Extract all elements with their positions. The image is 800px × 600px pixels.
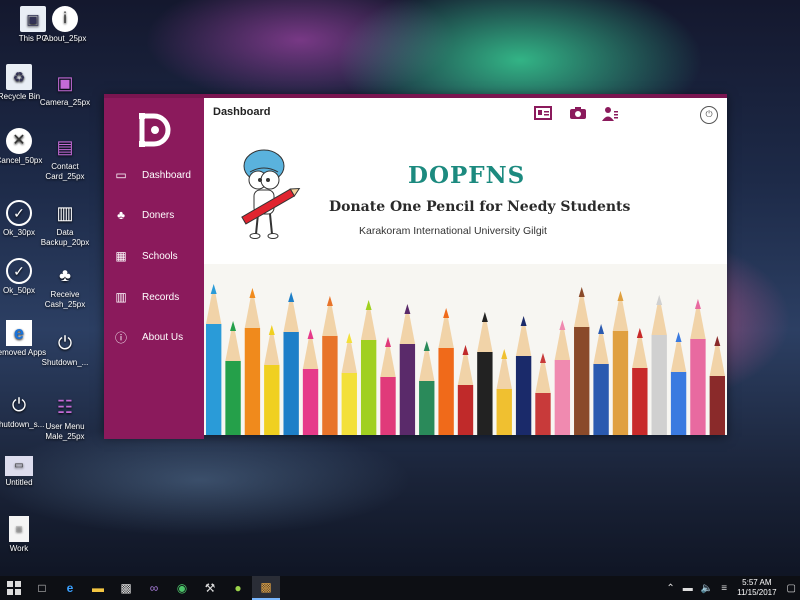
desktop-icon-user-menu[interactable]: ☷ User Menu Male_25px: [34, 394, 96, 442]
database-icon: ▥: [56, 203, 74, 223]
store-icon: ▩: [120, 581, 132, 595]
chameleon-icon: ●: [234, 581, 242, 595]
taskbar-file-explorer[interactable]: ▬: [84, 576, 112, 600]
logo-icon: [139, 113, 171, 147]
windows-icon: [7, 581, 21, 595]
info-icon: ⓘ: [114, 330, 127, 345]
contact-card-icon: ▤: [56, 137, 74, 157]
monitor-icon: ▭: [115, 168, 127, 182]
nav-item-doners[interactable]: ♣ Doners: [104, 200, 204, 230]
task-view-button[interactable]: □: [28, 576, 56, 600]
ie-icon: e: [6, 320, 32, 346]
recycle-bin-icon: ♻: [6, 64, 32, 90]
page-title: Dashboard: [213, 106, 271, 118]
desktop-icon-receive-cash[interactable]: ♣ Receive Cash_25px: [34, 262, 96, 310]
hand-money-icon: ♣: [117, 208, 125, 222]
power-icon: ⏻: [57, 333, 73, 353]
desktop-icon-work[interactable]: ≡ Work: [0, 516, 50, 554]
user-menu-icon[interactable]: [601, 106, 619, 122]
desktop-icon-label: Work: [9, 544, 29, 553]
window-icon: ▭: [5, 456, 33, 476]
taskbar-visual-studio[interactable]: ∞: [140, 576, 168, 600]
desktop-icon-label: Contact Card_25px: [45, 162, 85, 181]
taskbar: □ e ▬ ▩ ∞ ◉ ⚒ ● ▩ ⌃ ▬ 🔈 ≡ 5:57 AM 11/15/…: [0, 576, 800, 600]
app-window-icon: ▩: [260, 580, 272, 594]
desktop-icon-label: Shutdown_...: [41, 358, 89, 367]
university-name: Karakoram International University Gilgi…: [359, 225, 547, 237]
camera-icon: ▣: [56, 73, 74, 93]
mascot-illustration: [241, 149, 301, 239]
desktop-icon-untitled[interactable]: ▭ Untitled: [0, 456, 50, 488]
desktop-icon-label: Data Backup_20px: [40, 228, 90, 247]
desktop-icon-label: Ok_30px: [2, 228, 36, 237]
taskbar-edge[interactable]: e: [56, 576, 84, 600]
desktop-icon-label: Untitled: [5, 478, 33, 487]
app-logo: [134, 110, 174, 150]
nav-item-label: Records: [142, 291, 180, 303]
system-tray: ⌃ ▬ 🔈 ≡ 5:57 AM 11/15/2017 ▢: [662, 576, 800, 600]
sidebar: ▭ Dashboard ♣ Doners ▦ Schools ▥ Records…: [104, 94, 204, 439]
brand-subtitle: Donate One Pencil for Needy Students: [329, 199, 631, 215]
camera-icon[interactable]: [569, 106, 587, 122]
language-indicator[interactable]: ≡: [721, 583, 727, 594]
visual-studio-icon: ∞: [149, 581, 159, 595]
database-icon: ▥: [115, 290, 127, 304]
app-icon: ◉: [176, 581, 188, 595]
hand-money-icon: ♣: [59, 265, 71, 285]
nav-item-dashboard[interactable]: ▭ Dashboard: [104, 160, 204, 190]
brand-title: DOPFNS: [408, 162, 526, 189]
clock[interactable]: 5:57 AM 11/15/2017: [737, 578, 776, 598]
network-icon[interactable]: ▬: [683, 583, 693, 594]
taskbar-tools[interactable]: ⚒: [196, 576, 224, 600]
contact-card-icon[interactable]: [534, 106, 552, 122]
desktop-icon-label: Receive Cash_25px: [44, 290, 86, 309]
start-button[interactable]: [0, 576, 28, 600]
desktop-icon-data-backup[interactable]: ▥ Data Backup_20px: [34, 200, 96, 248]
nav-item-schools[interactable]: ▦ Schools: [104, 241, 204, 271]
checkmark-icon: ✓: [6, 200, 32, 226]
chevron-up-icon[interactable]: ⌃: [666, 583, 674, 594]
nav-item-label: Dashboard: [142, 169, 191, 181]
info-icon: i: [52, 6, 78, 32]
taskbar-dopfns-app[interactable]: ▩: [252, 576, 280, 600]
desktop-icon-shutdown-1[interactable]: ⏻ Shutdown_...: [34, 330, 96, 368]
nav-item-label: Doners: [142, 209, 175, 221]
power-icon: ⏻: [11, 395, 27, 415]
notifications-icon[interactable]: ▢: [787, 583, 796, 594]
nav-item-label: Schools: [142, 250, 178, 262]
taskbar-app-green[interactable]: ◉: [168, 576, 196, 600]
cancel-icon: ✕: [6, 128, 32, 154]
tools-icon: ⚒: [204, 581, 216, 595]
volume-icon[interactable]: 🔈: [701, 583, 713, 594]
taskbar-app-chameleon[interactable]: ●: [224, 576, 252, 600]
nav-item-about-us[interactable]: ⓘ About Us: [104, 322, 204, 352]
folder-icon: ▬: [92, 581, 104, 595]
taskbar-store[interactable]: ▩: [112, 576, 140, 600]
nav-item-records[interactable]: ▥ Records: [104, 282, 204, 312]
nav-item-label: About Us: [142, 331, 184, 343]
desktop-icon-label: User Menu Male_25px: [45, 422, 85, 441]
desktop-icon-label: Camera_25px: [39, 98, 91, 107]
school-icon: ▦: [115, 249, 127, 263]
pencils-banner-image: [204, 264, 727, 435]
clock-date: 11/15/2017: [737, 588, 777, 597]
desktop-icon-contact-card[interactable]: ▤ Contact Card_25px: [34, 134, 96, 182]
desktop-icon-about[interactable]: i About_25px: [34, 6, 96, 44]
app-window: ▭ Dashboard ♣ Doners ▦ Schools ▥ Records…: [104, 94, 727, 439]
desktop-icon-label: About_25px: [43, 34, 87, 43]
top-accent-bar: [204, 94, 727, 98]
task-view-icon: □: [38, 581, 46, 595]
clock-time: 5:57 AM: [742, 578, 772, 587]
user-menu-icon: ☷: [56, 397, 74, 417]
desktop-icon-camera[interactable]: ▣ Camera_25px: [34, 70, 96, 108]
checkmark-icon: ✓: [6, 258, 32, 284]
desktop-icon-label: Ok_50px: [2, 286, 36, 295]
edge-icon: e: [66, 581, 74, 595]
document-icon: ≡: [9, 516, 29, 542]
power-icon[interactable]: ⏻: [700, 106, 718, 124]
